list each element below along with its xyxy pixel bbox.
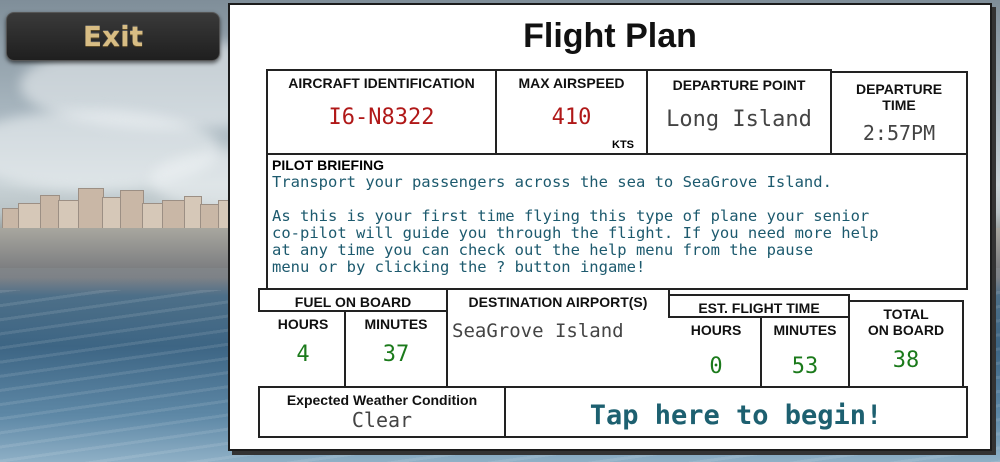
- destination-value: SeaGrove Island: [452, 320, 624, 342]
- total-on-board-value: 38: [892, 348, 920, 373]
- max-airspeed-box: MAX AIRSPEED 410 KTS: [495, 69, 648, 155]
- fuel-hours-cell: HOURS 4: [258, 310, 348, 390]
- aircraft-identification-box: AIRCRAFT IDENTIFICATION I6-N8322: [266, 69, 497, 155]
- est-hours-cell: HOURS 0: [668, 316, 764, 390]
- est-hours-value: 0: [709, 354, 723, 379]
- pilot-briefing-label: PILOT BRIEFING: [272, 157, 384, 173]
- flight-plan-title: Flight Plan: [523, 17, 697, 55]
- aircraft-identification-value: I6-N8322: [328, 105, 435, 130]
- est-minutes-label: MINUTES: [773, 322, 837, 338]
- weather-box: Expected Weather Condition Clear: [258, 386, 506, 438]
- pilot-briefing-line-3: co-pilot will guide you through the flig…: [272, 224, 879, 242]
- fuel-hours-label: HOURS: [277, 316, 329, 332]
- fuel-on-board-label: FUEL ON BOARD: [294, 294, 412, 310]
- destination-box: DESTINATION AIRPORT(S) SeaGrove Island: [446, 288, 670, 388]
- max-airspeed-value: 410: [551, 105, 592, 130]
- departure-time-label-2: TIME: [882, 97, 916, 113]
- departure-time-box: DEPARTURE TIME 2:57PM: [830, 71, 968, 155]
- departure-time-label-1: DEPARTURE: [855, 81, 943, 97]
- pilot-briefing-line-5: menu or by clicking the ? button ingame!: [272, 258, 646, 276]
- exit-button[interactable]: Exit: [6, 12, 220, 61]
- est-flight-time-box: EST. FLIGHT TIME HOURS 0 MINUTES 53: [668, 294, 850, 390]
- begin-button-label: Tap here to begin!: [589, 400, 883, 431]
- aircraft-identification-label: AIRCRAFT IDENTIFICATION: [288, 75, 475, 91]
- departure-point-box: DEPARTURE POINT Long Island: [646, 69, 832, 155]
- total-on-board-box: TOTAL ON BOARD 38: [848, 300, 964, 388]
- departure-point-value: Long Island: [666, 107, 812, 132]
- fuel-on-board-box: FUEL ON BOARD HOURS 4 MINUTES 37: [258, 288, 448, 390]
- flight-plan-card: Flight Plan AIRCRAFT IDENTIFICATION I6-N…: [228, 3, 992, 451]
- departure-time-value: 2:57PM: [862, 121, 936, 145]
- begin-button[interactable]: Tap here to begin!: [504, 386, 968, 438]
- weather-value: Clear: [351, 408, 413, 432]
- exit-button-label: Exit: [82, 20, 144, 53]
- pilot-briefing-line-1: Transport your passengers across the sea…: [272, 173, 832, 191]
- fuel-minutes-value: 37: [382, 342, 410, 367]
- fuel-hours-value: 4: [296, 342, 310, 367]
- fuel-minutes-cell: MINUTES 37: [344, 310, 446, 390]
- pilot-briefing-line-2: As this is your first time flying this t…: [272, 207, 870, 225]
- fuel-minutes-label: MINUTES: [364, 316, 428, 332]
- departure-point-label: DEPARTURE POINT: [672, 77, 806, 93]
- max-airspeed-label: MAX AIRSPEED: [518, 75, 625, 91]
- destination-label: DESTINATION AIRPORT(S): [468, 294, 648, 310]
- weather-label: Expected Weather Condition: [286, 392, 478, 408]
- total-on-board-label-1: TOTAL: [883, 306, 929, 322]
- max-airspeed-unit: KTS: [612, 139, 634, 151]
- pilot-briefing-line-4: at any time you can check out the help m…: [272, 241, 814, 259]
- est-hours-label: HOURS: [690, 322, 742, 338]
- est-minutes-value: 53: [791, 354, 819, 379]
- est-flight-time-label: EST. FLIGHT TIME: [698, 300, 820, 316]
- total-on-board-label-2: ON BOARD: [867, 322, 945, 338]
- est-minutes-cell: MINUTES 53: [760, 316, 848, 390]
- pilot-briefing-box: PILOT BRIEFING Transport your passengers…: [266, 153, 968, 290]
